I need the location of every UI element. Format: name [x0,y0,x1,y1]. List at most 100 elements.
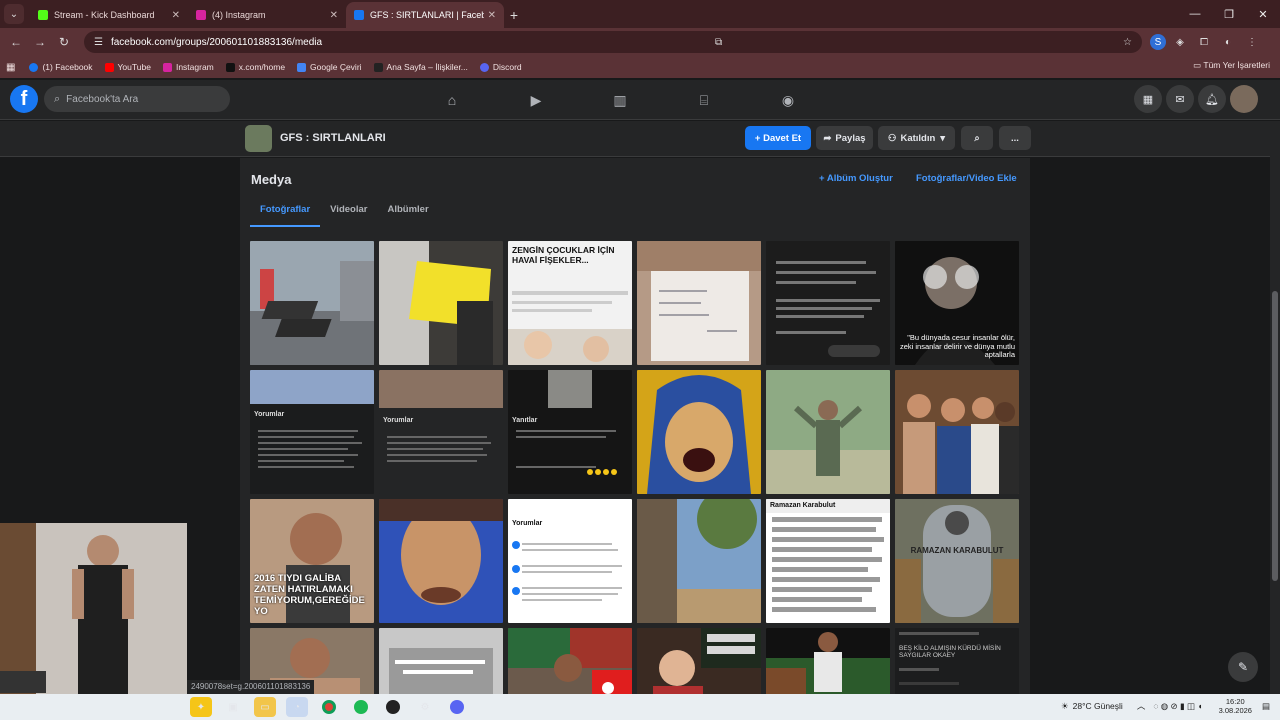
profile-avatar[interactable] [1230,85,1258,113]
apps-grid-icon[interactable]: ▦ [6,62,15,73]
tab-albums[interactable]: Albümler [377,202,438,227]
discord-icon[interactable] [446,697,468,717]
bookmark-facebook[interactable]: (1) Facebook [29,62,93,72]
photo-thumbnail[interactable] [766,241,890,365]
bookmark-x[interactable]: x.com/home [225,62,285,72]
tab-search-button[interactable]: ⌄ [4,4,24,24]
photo-thumbnail[interactable]: Yorumlar [250,370,374,494]
chrome-icon[interactable] [318,697,340,717]
create-album-link[interactable]: + Albüm Oluştur [819,173,893,184]
tab-kick[interactable]: Stream - Kick Dashboard ✕ [30,2,188,28]
video-icon[interactable]: ▶ [514,88,558,112]
gravestone-image [895,499,1019,623]
bookmark-youtube[interactable]: YouTube [104,62,151,72]
new-tab-button[interactable]: + [504,7,524,23]
webcam-overlay [0,523,187,694]
profile-icon[interactable]: ◐ [1218,33,1238,51]
group-search-button[interactable]: ⌕ [961,126,993,150]
photo-thumbnail[interactable] [637,370,761,494]
spotify-icon[interactable] [350,697,372,717]
menu-grid-icon[interactable]: ▦ [1134,85,1162,113]
tab-videos[interactable]: Videolar [320,202,377,227]
extension-icon[interactable]: ◈ [1170,33,1190,51]
joined-icon: ⚇ [887,132,897,144]
photo-thumbnail[interactable] [637,241,761,365]
photo-thumbnail[interactable] [895,370,1019,494]
photo-thumbnail[interactable]: Ramazan Karabulut [766,499,890,623]
photo-thumbnail[interactable]: Yanıtlar [508,370,632,494]
new-message-button[interactable]: ✎ [1228,652,1258,682]
task-view-icon[interactable]: ▣ [222,697,244,717]
tab-close-icon[interactable]: ✕ [488,10,496,21]
photo-thumbnail[interactable] [379,241,503,365]
groups-icon[interactable]: ◉ [766,88,810,112]
weather-text[interactable]: 28°C Güneşli [1073,701,1123,711]
tab-close-icon[interactable]: ✕ [172,10,180,21]
site-info-icon[interactable]: ☰ [94,37,103,48]
app-icon[interactable] [382,697,404,717]
photo-thumbnail[interactable]: ZENGİN ÇOCUKLAR İÇİN HAVAİ FİŞEKLER... [508,241,632,365]
photo-caption: Yorumlar [383,417,414,424]
extension-icon[interactable]: S [1150,34,1166,50]
group-name[interactable]: GFS : SIRTLANLARI [280,132,386,144]
back-icon[interactable]: ← [4,35,28,49]
tab-close-icon[interactable]: ✕ [330,10,338,21]
facebook-logo[interactable]: f [10,85,38,113]
invite-button[interactable]: + Davet Et [745,126,811,150]
marketplace-icon[interactable]: ⌸ [682,88,726,112]
menu-dots-icon[interactable]: ⋮ [1242,33,1262,51]
tab-instagram[interactable]: (4) Instagram ✕ [188,2,346,28]
bookmark-relations[interactable]: Ana Sayfa – İlişkiler... [373,62,468,72]
notifications-icon[interactable]: ▤ [1262,701,1270,712]
start-icon[interactable]: ✦ [190,697,212,717]
photo-thumbnail[interactable] [637,499,761,623]
all-bookmarks[interactable]: ▭ Tüm Yer İşaretleri [1193,60,1270,71]
notifications-bell-icon[interactable]: 🔔︎ [1198,85,1226,113]
share-button[interactable]: ➦ Paylaş [816,126,873,150]
more-button[interactable]: ... [999,126,1031,150]
forward-icon[interactable]: → [28,35,52,49]
install-icon[interactable]: ⧉ [715,37,722,48]
group-cover-thumbnail[interactable] [245,125,272,152]
bookmark-star-icon[interactable]: ☆ [1123,37,1132,48]
bookmark-translate[interactable]: Google Çeviri [297,62,362,72]
close-window-icon[interactable]: ✕ [1246,0,1280,28]
feeds-icon[interactable]: ▥ [598,88,642,112]
photo-thumbnail[interactable] [766,370,890,494]
puzzle-icon[interactable]: ⧠ [1194,33,1214,51]
time: 16:20 [1225,697,1245,706]
photo-thumbnail[interactable]: RAMAZAN KARABULUT [895,499,1019,623]
messenger-icon[interactable]: ✉ [1166,85,1194,113]
photo-thumbnail[interactable]: "Bu dünyada cesur insanlar ölür, zeki in… [895,241,1019,365]
reload-icon[interactable]: ↻ [52,35,76,49]
all-bookmarks-label: Tüm Yer İşaretleri [1203,60,1270,70]
bookmark-instagram[interactable]: Instagram [162,62,214,72]
photo-thumbnail[interactable] [379,499,503,623]
minimize-icon[interactable]: — [1178,0,1212,28]
photo-thumbnail[interactable] [250,241,374,365]
tray-icons[interactable]: ◌ ◍ ⊘ ▮ ◫ ◖ [1153,701,1202,712]
add-media-link[interactable]: Fotoğraflar/Video Ekle [916,173,1017,184]
paint-icon[interactable]: ◔ [286,697,308,717]
bookmark-discord[interactable]: Discord [479,62,522,72]
photo-thumbnail[interactable]: 2016 TIYDI GALİBA ZATEN HATIRLAMAKI TEMİ… [250,499,374,623]
scrollbar-thumb[interactable] [1272,291,1278,581]
file-explorer-icon[interactable]: ▭ [254,697,276,717]
photo-thumbnail[interactable]: Yorumlar [379,370,503,494]
tab-photos[interactable]: Fotoğraflar [250,202,321,227]
media-title: Medya [251,172,292,187]
photo-thumbnail[interactable]: Yorumlar [508,499,632,623]
tab-facebook[interactable]: GFS : SIRTLANLARI | Facebook ✕ [346,2,504,28]
settings-icon[interactable]: ⚙ [414,697,436,717]
tray-chevron-icon[interactable]: ︿ [1137,700,1146,712]
joined-button[interactable]: ⚇ Katıldın ▾ [878,126,955,150]
home-icon[interactable]: ⌂ [430,88,474,112]
header-actions: ▦ ✉ 🔔︎ [1130,85,1258,113]
clock[interactable]: 16:20 3.08.2026 [1219,697,1252,715]
address-bar[interactable]: ☰ facebook.com /groups/200601101883136/m… [84,31,1142,53]
translate-icon [297,62,307,72]
restore-icon[interactable]: ❐ [1212,0,1246,28]
weather-icon[interactable]: ☀ [1061,701,1069,712]
facebook-search[interactable]: ⌕ Facebook'ta Ara [44,86,230,112]
page-scrollbar[interactable] [1270,121,1280,694]
